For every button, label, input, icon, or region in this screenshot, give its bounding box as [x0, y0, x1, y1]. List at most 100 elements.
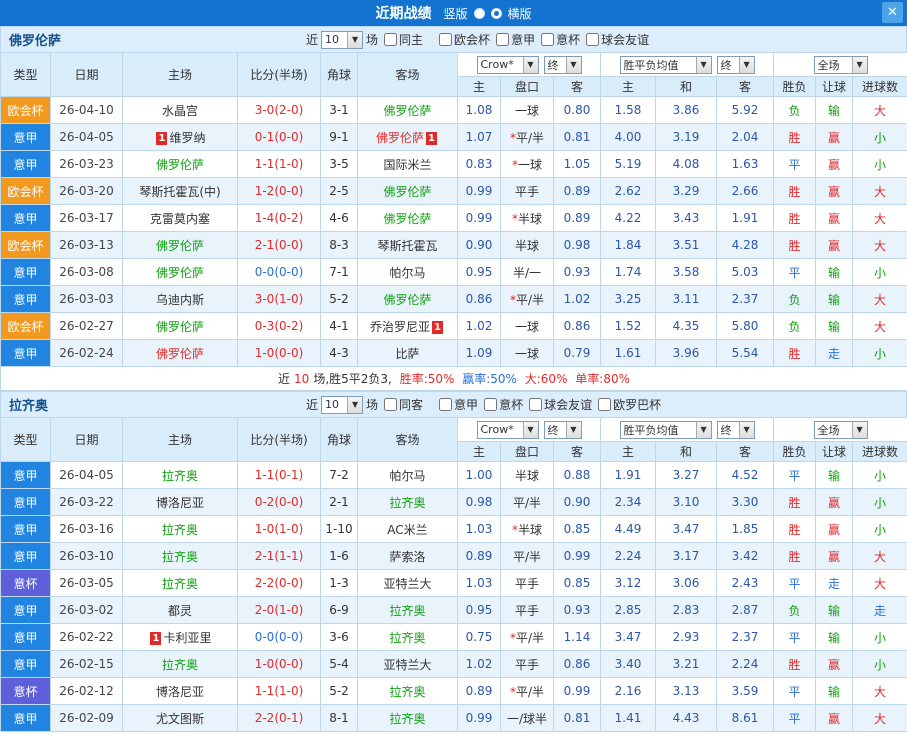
odds-company-select-value: Crow*	[480, 58, 514, 71]
handicap-text: 平/半	[512, 549, 542, 564]
home-team-name: 佛罗伦萨	[155, 346, 204, 361]
score-cell: 0-0(0-0)	[237, 258, 321, 286]
result-cell: 胜	[773, 231, 817, 259]
panel-title: 近期战绩	[375, 6, 432, 22]
home-team-name: 琴斯托霍瓦(中)	[139, 184, 221, 199]
away-team-cell: 乔治罗尼亚 1	[357, 312, 458, 340]
filter-label: 球会友谊	[601, 33, 650, 47]
date-cell: 26-03-02	[50, 596, 123, 624]
score-cell: 0-0(0-0)	[237, 623, 321, 651]
home-odds-cell: 1.08	[457, 96, 501, 124]
scope-select[interactable]: 全场 ▼	[813, 55, 868, 74]
layout-radio-horizontal[interactable]	[490, 7, 502, 19]
goals-cell: 大	[852, 569, 907, 597]
filter-checkbox-3[interactable]	[541, 33, 555, 46]
date-cell: 26-03-10	[50, 542, 123, 570]
dropdown-arrow-icon: ▼	[738, 421, 754, 438]
filter-checkbox-0[interactable]	[384, 33, 398, 46]
avg-home-cell: 1.58	[600, 96, 657, 124]
result-cell: 胜	[773, 177, 817, 205]
avg-draw-cell: 4.43	[655, 704, 718, 732]
layout-radio-vertical[interactable]	[473, 7, 485, 19]
home-odds-cell: 0.89	[457, 677, 501, 705]
avg-stage-select[interactable]: 终 ▼	[716, 55, 755, 74]
match-row: 意甲 26-04-05 1 维罗纳 0-1(0-0) 9-1 佛罗伦萨 1 1.07 *平/半 0.…	[0, 123, 907, 151]
handicap-cell: 半球	[500, 231, 554, 259]
league-badge: 意杯	[0, 677, 51, 705]
away-odds-cell: 0.88	[552, 461, 602, 489]
filter-checkbox-2[interactable]	[484, 398, 498, 411]
team-name: 拉齐奥	[9, 399, 49, 414]
handicap-text: 半球	[517, 211, 542, 226]
away-team-cell: 佛罗伦萨	[357, 204, 458, 232]
close-button[interactable]: ✕	[882, 2, 903, 23]
corner-cell: 1-3	[320, 569, 358, 597]
dropdown-arrow-icon: ▼	[565, 56, 581, 73]
header-row-groups: 类型 日期 主场 比分(半场) 角球 客场 Crow* ▼ 终 ▼ 胜平负均值 ▼ 终 ▼ 全场 ▼	[0, 417, 907, 462]
match-row: 意甲 26-03-23 佛罗伦萨 1-1(1-0) 3-5 国际米兰 0.83 *一球 1.05…	[0, 150, 907, 178]
filter-checkbox-1[interactable]	[439, 33, 453, 46]
column-header: 客	[552, 441, 602, 462]
avg-draw-cell: 3.17	[655, 542, 718, 570]
corner-cell: 3-1	[320, 96, 358, 124]
handicap-cell: *平/半	[500, 677, 554, 705]
avg-home-cell: 1.52	[600, 312, 657, 340]
away-team-cell: 拉齐奥	[357, 596, 458, 624]
avg-type-select[interactable]: 胜平负均值 ▼	[619, 420, 712, 439]
away-odds-cell: 0.79	[552, 339, 602, 367]
filter-checkbox-0[interactable]	[384, 398, 398, 411]
away-odds-cell: 0.81	[552, 704, 602, 732]
league-badge: 意甲	[0, 515, 51, 543]
header-row-groups: 类型 日期 主场 比分(半场) 角球 客场 Crow* ▼ 终 ▼ 胜平负均值 ▼ 终 ▼ 全场 ▼	[0, 52, 907, 97]
handicap-result-cell: 输	[815, 285, 854, 313]
filter-label: 意甲	[511, 33, 536, 47]
home-team-name: 拉齐奥	[161, 549, 198, 564]
corner-cell: 6-9	[320, 596, 358, 624]
home-odds-cell: 0.95	[457, 596, 501, 624]
odds-stage-select[interactable]: 终 ▼	[543, 420, 582, 439]
date-cell: 26-03-16	[50, 515, 123, 543]
avg-away-cell: 2.37	[716, 285, 775, 313]
result-cell: 负	[773, 285, 817, 313]
handicap-cell: 半/一	[500, 258, 554, 286]
summary-segment: 胜率:50%	[395, 372, 455, 386]
home-team-cell: 拉齐奥	[122, 569, 238, 597]
column-header: 比分(半场)	[237, 417, 321, 462]
away-team-name: 佛罗伦萨	[383, 103, 432, 118]
score-cell: 3-0(1-0)	[237, 285, 321, 313]
match-count-select[interactable]: 10 ▼	[321, 30, 364, 49]
handicap-result-cell: 赢	[815, 177, 854, 205]
odds-company-select[interactable]: Crow* ▼	[476, 55, 539, 74]
date-cell: 26-02-15	[50, 650, 123, 678]
filter-checkbox-2[interactable]	[496, 33, 510, 46]
filter-checkbox-4[interactable]	[586, 33, 600, 46]
filter-checkbox-1[interactable]	[439, 398, 453, 411]
avg-draw-cell: 3.51	[655, 231, 718, 259]
home-odds-cell: 0.99	[457, 204, 501, 232]
odds-stage-select[interactable]: 终 ▼	[543, 55, 582, 74]
avg-away-cell: 5.54	[716, 339, 775, 367]
filter-checkbox-4[interactable]	[598, 398, 612, 411]
column-header: 主	[457, 76, 501, 97]
odds-company-select[interactable]: Crow* ▼	[476, 420, 539, 439]
away-odds-cell: 0.89	[552, 204, 602, 232]
score-cell: 1-4(0-2)	[237, 204, 321, 232]
match-count-select[interactable]: 10 ▼	[321, 395, 364, 414]
filter-checkbox-3[interactable]	[529, 398, 543, 411]
match-row: 意甲 26-02-09 尤文图斯 2-2(0-1) 8-1 拉齐奥 0.99 一/球半 0.81…	[0, 704, 907, 732]
avg-type-select[interactable]: 胜平负均值 ▼	[619, 55, 712, 74]
filter-label: 同主	[399, 33, 424, 47]
home-odds-cell: 0.99	[457, 704, 501, 732]
date-cell: 26-04-05	[50, 461, 123, 489]
avg-away-cell: 4.52	[716, 461, 775, 489]
handicap-cell: *平/半	[500, 623, 554, 651]
score-cell: 0-2(0-0)	[237, 488, 321, 516]
away-team-name: 佛罗伦萨	[383, 184, 432, 199]
date-cell: 26-02-27	[50, 312, 123, 340]
goals-cell: 小	[852, 258, 907, 286]
home-team-cell: 乌迪内斯	[122, 285, 238, 313]
avg-stage-select[interactable]: 终 ▼	[716, 420, 755, 439]
match-count-select-value: 10	[325, 33, 340, 46]
away-team-cell: 亚特兰大	[357, 569, 458, 597]
scope-select[interactable]: 全场 ▼	[813, 420, 868, 439]
